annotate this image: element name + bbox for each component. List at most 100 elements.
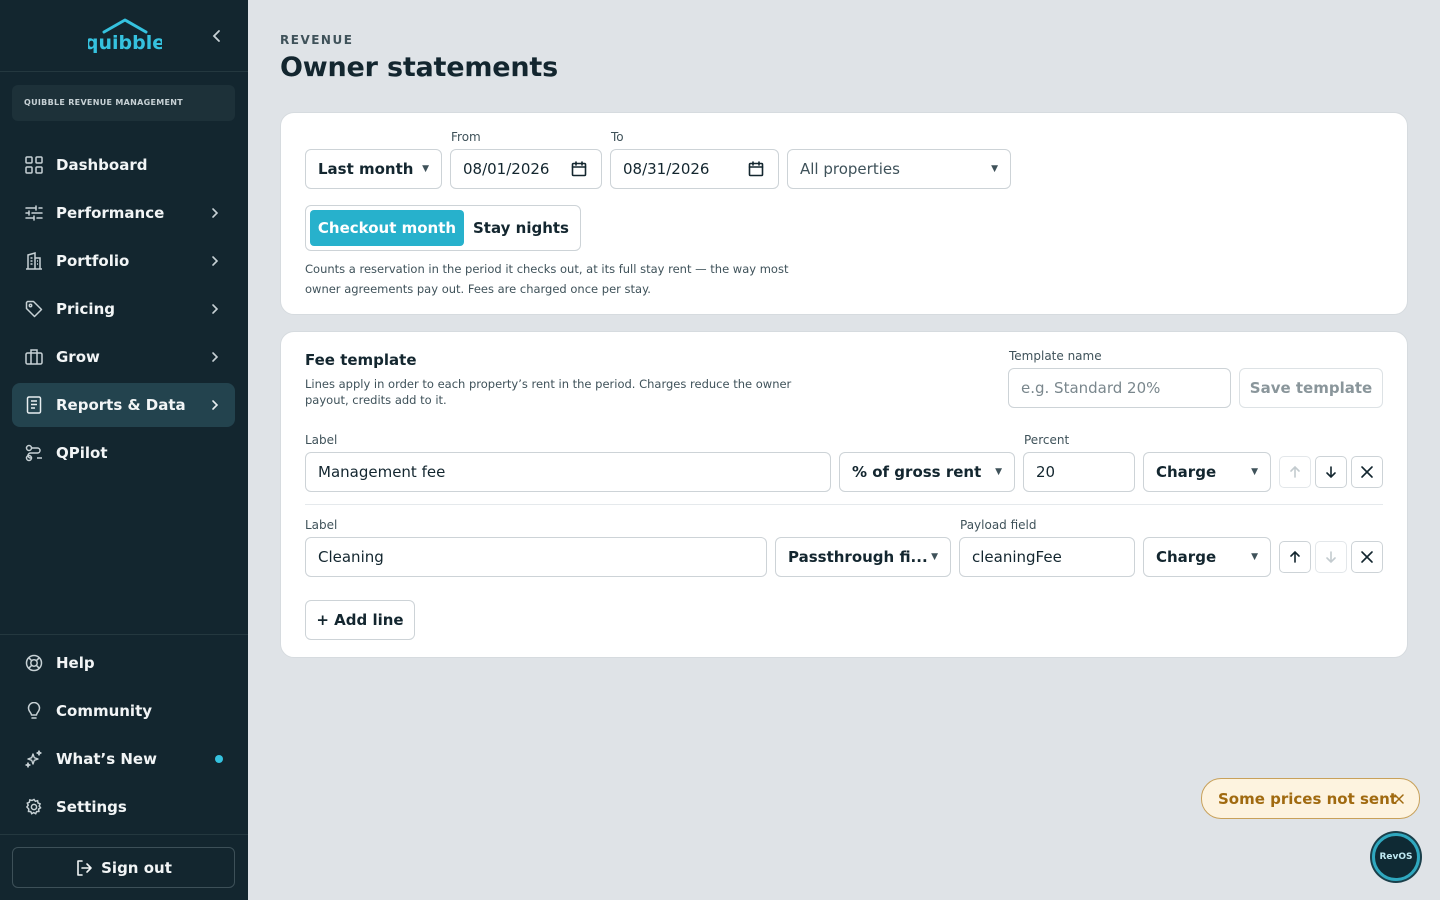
line-payload-value: cleaningFee bbox=[972, 548, 1062, 566]
to-date-input[interactable]: 08/31/2026 bbox=[610, 149, 779, 189]
nav-item-qpilot[interactable]: QPilot bbox=[12, 431, 235, 475]
sign-out-label: Sign out bbox=[101, 858, 172, 877]
stay-nights-option[interactable]: Stay nights bbox=[466, 210, 576, 246]
caret-down-icon: ▼ bbox=[991, 164, 998, 174]
caret-down-icon: ▼ bbox=[422, 164, 429, 174]
line-percent-value: 20 bbox=[1036, 463, 1056, 481]
properties-select[interactable]: All properties ▼ bbox=[787, 149, 1011, 189]
nav-divider bbox=[0, 634, 248, 635]
line-kind-select[interactable]: Charge ▼ bbox=[1143, 452, 1271, 492]
fee-template-title: Fee template bbox=[305, 351, 417, 369]
revos-assistant-button[interactable]: RevOS bbox=[1372, 833, 1420, 881]
nav-item-settings[interactable]: Settings bbox=[12, 785, 235, 829]
nav-item-reports-data[interactable]: Reports & Data bbox=[12, 383, 235, 427]
caret-down-icon: ▼ bbox=[931, 552, 938, 562]
nav-item-community[interactable]: Community bbox=[12, 689, 235, 733]
collapse-sidebar-button[interactable] bbox=[206, 25, 228, 47]
filters-card: Last month ▼ From 08/01/2026 To 08/31/20… bbox=[280, 112, 1408, 315]
remove-line-button[interactable] bbox=[1351, 541, 1383, 573]
sign-out-button[interactable]: Sign out bbox=[12, 847, 235, 888]
revos-label: RevOS bbox=[1379, 852, 1413, 862]
route-icon bbox=[24, 443, 44, 463]
secondary-nav: Help Community What’s New Settings bbox=[12, 641, 235, 833]
line-percent-input[interactable]: 20 bbox=[1023, 452, 1135, 492]
line-basis-select[interactable]: % of gross rent ▼ bbox=[839, 452, 1015, 492]
page-title: Owner statements bbox=[280, 52, 559, 83]
quibble-logo[interactable]: quibble bbox=[88, 18, 162, 54]
line-value-title: Payload field bbox=[960, 518, 1037, 532]
svg-text:quibble: quibble bbox=[88, 32, 162, 54]
line-label-value: Cleaning bbox=[318, 548, 384, 566]
sidebar: quibble QUIBBLE REVENUE MANAGEMENT Dashb… bbox=[0, 0, 248, 900]
briefcase-icon bbox=[24, 347, 44, 367]
properties-value: All properties bbox=[800, 160, 900, 178]
arrow-down-icon bbox=[1326, 551, 1336, 564]
period-select[interactable]: Last month ▼ bbox=[305, 149, 442, 189]
nav-item-portfolio[interactable]: Portfolio bbox=[12, 239, 235, 283]
template-name-label: Template name bbox=[1009, 349, 1102, 363]
line-label-title: Label bbox=[305, 433, 338, 447]
nav-label: What’s New bbox=[56, 750, 157, 768]
nav-item-whats-new[interactable]: What’s New bbox=[12, 737, 235, 781]
nav-item-help[interactable]: Help bbox=[12, 641, 235, 685]
checkout-month-option[interactable]: Checkout month bbox=[310, 210, 464, 246]
move-down-button[interactable] bbox=[1315, 456, 1347, 488]
chevron-right-icon bbox=[205, 303, 225, 315]
remove-line-button[interactable] bbox=[1351, 456, 1383, 488]
move-up-button[interactable] bbox=[1279, 541, 1311, 573]
line-kind-value: Charge bbox=[1156, 463, 1217, 481]
tag-icon bbox=[24, 299, 44, 319]
nav-label: QPilot bbox=[56, 444, 108, 462]
close-icon bbox=[1361, 551, 1373, 563]
line-divider bbox=[305, 504, 1383, 505]
line-payload-input[interactable]: cleaningFee bbox=[959, 537, 1135, 577]
chevron-right-icon bbox=[205, 207, 225, 219]
move-down-button[interactable] bbox=[1315, 541, 1347, 573]
line-basis-value: Passthrough fi... bbox=[788, 548, 928, 566]
save-template-button[interactable]: Save template bbox=[1239, 368, 1383, 408]
lightbulb-icon bbox=[24, 701, 44, 721]
nav-label: Performance bbox=[56, 204, 165, 222]
nav-label: Pricing bbox=[56, 300, 115, 318]
nav-item-grow[interactable]: Grow bbox=[12, 335, 235, 379]
calendar-icon[interactable] bbox=[571, 161, 587, 181]
document-icon bbox=[24, 395, 44, 415]
notification-dot bbox=[215, 755, 223, 763]
close-icon[interactable] bbox=[1393, 791, 1405, 809]
from-label: From bbox=[451, 130, 481, 144]
chevron-right-icon bbox=[205, 351, 225, 363]
count-mode-toggle: Checkout month Stay nights bbox=[305, 205, 581, 251]
line-basis-value: % of gross rent bbox=[852, 463, 982, 481]
chevron-right-icon bbox=[205, 255, 225, 267]
caret-down-icon: ▼ bbox=[1251, 467, 1258, 477]
chevron-right-icon bbox=[205, 399, 225, 411]
caret-down-icon: ▼ bbox=[995, 467, 1002, 477]
line-label-input[interactable]: Management fee bbox=[305, 452, 831, 492]
nav-item-pricing[interactable]: Pricing bbox=[12, 287, 235, 331]
arrow-up-icon bbox=[1290, 465, 1300, 478]
line-basis-select[interactable]: Passthrough fi... ▼ bbox=[775, 537, 951, 577]
to-label: To bbox=[611, 130, 624, 144]
line-label-input[interactable]: Cleaning bbox=[305, 537, 767, 577]
line-kind-select[interactable]: Charge ▼ bbox=[1143, 537, 1271, 577]
calendar-icon[interactable] bbox=[748, 161, 764, 181]
template-name-placeholder: e.g. Standard 20% bbox=[1021, 379, 1161, 397]
from-date-input[interactable]: 08/01/2026 bbox=[450, 149, 602, 189]
nav-label: Community bbox=[56, 702, 153, 720]
nav-item-dashboard[interactable]: Dashboard bbox=[12, 143, 235, 187]
to-date-value: 08/31/2026 bbox=[623, 160, 710, 178]
line-label-title: Label bbox=[305, 518, 338, 532]
grid-icon bbox=[24, 155, 44, 175]
fee-template-card: Fee template Lines apply in order to eac… bbox=[280, 331, 1408, 658]
template-name-input[interactable]: e.g. Standard 20% bbox=[1008, 368, 1231, 408]
period-value: Last month bbox=[318, 160, 414, 178]
from-date-value: 08/01/2026 bbox=[463, 160, 550, 178]
move-up-button[interactable] bbox=[1279, 456, 1311, 488]
logo-row: quibble bbox=[0, 0, 248, 72]
add-line-button[interactable]: + Add line bbox=[305, 600, 415, 640]
nav-item-performance[interactable]: Performance bbox=[12, 191, 235, 235]
caret-down-icon: ▼ bbox=[1251, 552, 1258, 562]
line-kind-value: Charge bbox=[1156, 548, 1217, 566]
org-badge[interactable]: QUIBBLE REVENUE MANAGEMENT bbox=[12, 85, 235, 121]
nav-label: Settings bbox=[56, 798, 127, 816]
